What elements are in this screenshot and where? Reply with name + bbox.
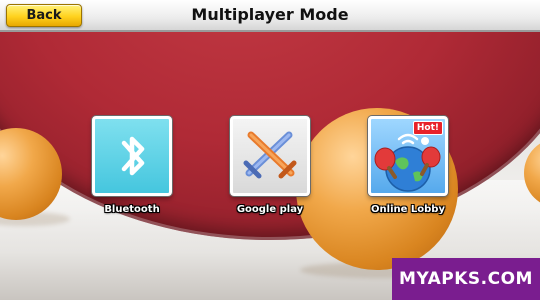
mode-google-play[interactable]: Google play xyxy=(230,116,310,215)
bluetooth-tile[interactable] xyxy=(92,116,172,196)
hot-badge: Hot! xyxy=(412,121,443,135)
page-title: Multiplayer Mode xyxy=(191,5,349,24)
watermark-banner: MYAPKS.COM xyxy=(392,258,540,300)
mode-online-lobby[interactable]: Hot! Online Lobby xyxy=(368,116,448,215)
online-lobby-tile[interactable]: Hot! xyxy=(368,116,448,196)
mode-label: Bluetooth xyxy=(104,204,160,215)
bluetooth-icon xyxy=(121,136,145,176)
top-bar: Back Multiplayer Mode xyxy=(0,0,540,32)
google-play-tile[interactable] xyxy=(230,116,310,196)
mode-label: Online Lobby xyxy=(371,204,445,215)
crossed-swords-icon xyxy=(243,131,297,179)
mode-bluetooth[interactable]: Bluetooth xyxy=(92,116,172,215)
mode-label: Google play xyxy=(236,204,304,215)
